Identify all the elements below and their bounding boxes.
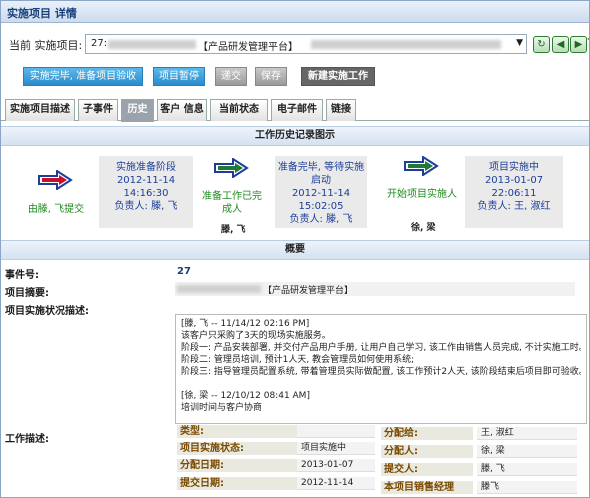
stage-time: 2013-01-07 22:06:11 [484,175,544,199]
project-summary-field: 【产品研发管理平台】 [175,282,575,296]
summary-heading: 概要 [1,240,589,260]
window-title: 实施项目 详情 [7,7,77,20]
start-arrow-icon [38,170,73,190]
desc-line: 培训时间与客户协商 [181,403,263,413]
submitter-label: 提交人: [381,463,473,476]
desc-line: 阶段二: 管理员培训, 预计1人天, 教会管理员如何使用系统; [181,355,415,365]
prev-icon[interactable]: ◀ [552,36,569,53]
desc-line: 阶段一: 产品安装部署, 并交付产品用户手册, 让用户自己学习, 该工作由销售人… [181,343,581,353]
stage-name: 项目实施中 [489,162,539,173]
tab-sub-events[interactable]: 子事件 [78,99,118,121]
event-no-label: 事件号: [5,270,39,281]
tab-email[interactable]: 电子邮件 [271,99,323,121]
assign-to-value: 王, 淑红 [477,427,577,440]
status-description: [滕, 飞 -- 11/14/12 02:16 PM] 该客户只采购了3天的现场… [175,314,587,424]
title-bar: 实施项目 详情 [1,1,589,23]
type-value [297,425,375,438]
next-icon[interactable]: ▶ [570,36,587,53]
submitter-value: 滕, 飞 [477,463,577,476]
project-select-name: 【产品研发管理平台】 [198,42,298,53]
stage-ready: 准备完毕, 等待实施启动 2012-11-14 15:02:05 负责人: 滕,… [275,156,367,228]
transition-label: 准备工作已完成人 [202,191,262,215]
start-label: 由滕, 飞提交 [27,204,85,215]
stage-time: 2012-11-14 14:16:30 [116,175,176,199]
refresh-icon[interactable]: ↻ [533,36,550,53]
history-heading: 工作历史记录图示 [1,126,589,146]
submit-date-value: 2012-11-14 [297,477,375,490]
tab-bar: 实施项目描述 子事件 历史 客户 信息 当前状态 电子邮件 链接 [1,97,589,122]
tab-history[interactable]: 历史 [121,99,154,122]
work-details: 类型: 分配给: 王, 淑红 项目实施状态: 项目实施中 分配人: 徐, 梁 分… [177,425,589,497]
project-status-value: 项目实施中 [297,442,375,455]
pause-button[interactable]: 项目暂停 [153,67,205,86]
work-desc-label: 工作描述: [5,434,49,445]
event-no-value: 27 [177,266,191,277]
blurred-text [311,40,501,49]
assigner-value: 徐, 梁 [477,445,577,458]
chevron-down-icon[interactable]: ▼ [516,38,523,48]
tab-project-description[interactable]: 实施项目描述 [5,99,75,121]
stage-preparation: 实施准备阶段 2012-11-14 14:16:30 负责人: 滕, 飞 [99,156,193,228]
status-desc-label: 项目实施状况描述: [5,306,89,317]
stage-name: 实施准备阶段 [116,162,176,173]
tab-current-status[interactable]: 当前状态 [210,99,268,121]
sales-manager-value: 滕飞 [477,481,577,494]
project-summary-label: 项目摘要: [5,288,49,299]
transition-person: 滕, 飞 [221,225,246,235]
desc-line: [徐, 梁 -- 12/10/12 08:41 AM] [181,391,310,401]
transition-person: 徐, 梁 [411,223,436,233]
transition-arrow-icon [404,156,439,176]
assign-to-label: 分配给: [381,427,473,440]
tab-customer-info[interactable]: 客户 信息 [157,99,207,121]
assign-date-value: 2013-01-07 [297,459,375,472]
desc-line: 该客户只采购了3天的现场实施服务。 [181,331,331,341]
desc-line: 阶段三: 指导管理员配置系统, 带着管理员实际做配置, 该工作预计2人天, 该阶… [181,367,581,377]
submit-date-label: 提交日期: [177,477,297,490]
complete-button[interactable]: 实施完毕, 准备项目验收 [23,67,143,86]
current-project-label: 当前 实施项目: [9,39,83,52]
save-button[interactable]: 保存 [255,67,287,86]
project-status-label: 项目实施状态: [177,442,297,455]
project-selector-row: 当前 实施项目: 27: 【产品研发管理平台】 ▼ [1,28,589,58]
stage-owner: 负责人: 王, 淑红 [477,201,551,212]
project-summary-value: 【产品研发管理平台】 [263,286,354,296]
stage-name: 准备完毕, 等待实施启动 [277,162,365,186]
desc-line [181,378,581,390]
sales-manager-label: 本项目销售经理 [381,481,473,494]
stage-implementing: 项目实施中 2013-01-07 22:06:11 负责人: 王, 淑红 [465,156,563,228]
project-select[interactable]: 27: 【产品研发管理平台】 ▼ [85,34,527,54]
transition-label: 开始项目实施人 [387,189,457,200]
tab-links[interactable]: 链接 [326,99,356,121]
desc-line: [滕, 飞 -- 11/14/12 02:16 PM] [181,319,310,329]
new-work-button[interactable]: 新建实施工作 [301,67,375,86]
submit-button[interactable]: 递交 [215,67,247,86]
history-flow: 由滕, 飞提交 实施准备阶段 2012-11-14 14:16:30 负责人: … [1,148,589,238]
stage-owner: 负责人: 滕, 飞 [114,201,178,212]
stage-time: 2012-11-14 15:02:05 [291,188,351,212]
assigner-label: 分配人: [381,445,473,458]
action-bar: 实施完毕, 准备项目验收 项目暂停 递交 保存 新建实施工作 [1,65,589,89]
assign-date-label: 分配日期: [177,459,297,472]
blurred-text [177,285,261,293]
project-select-id: 27: [91,38,108,49]
blurred-text [108,40,196,49]
transition-arrow-icon [214,158,249,178]
stage-owner: 负责人: 滕, 飞 [289,214,353,225]
type-label: 类型: [177,425,297,438]
project-detail-window: 实施项目 详情 当前 实施项目: 27: 【产品研发管理平台】 ▼ ↻ ◀ ▶ … [0,0,590,498]
